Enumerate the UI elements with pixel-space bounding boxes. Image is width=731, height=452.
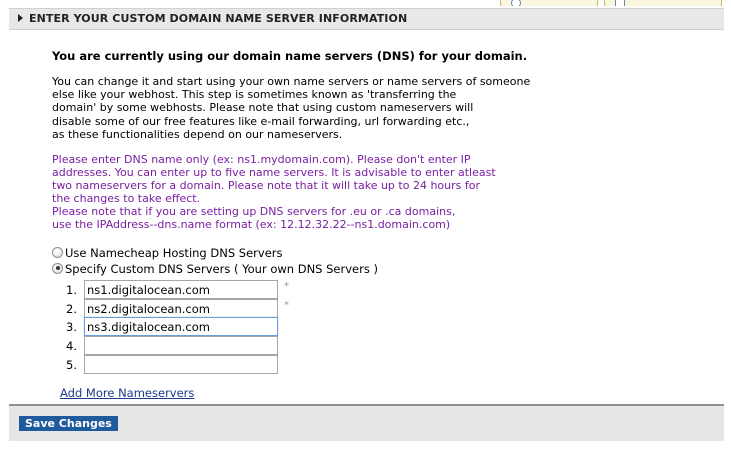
nameserver-number: 4. — [66, 338, 77, 353]
option-custom-dns[interactable]: Specify Custom DNS Servers ( Your own DN… — [52, 262, 378, 276]
nameserver-5-input[interactable] — [84, 355, 278, 374]
note-line: use the IPAddress--dns.name format (ex: … — [52, 218, 451, 232]
dns-status-heading: You are currently using our domain name … — [52, 49, 528, 63]
top-tabs-strip — [496, 0, 724, 6]
namecheap-dns-label[interactable]: Use Namecheap Hosting DNS Servers — [65, 246, 283, 260]
custom-dns-label[interactable]: Specify Custom DNS Servers ( Your own DN… — [65, 262, 378, 276]
nameserver-number: 2. — [66, 301, 77, 316]
namecheap-dns-radio[interactable] — [52, 246, 63, 258]
nameserver-4-input[interactable] — [84, 336, 278, 355]
note-line: Please enter DNS name only (ex: ns1.mydo… — [52, 153, 471, 166]
note-line: Please note that if you are setting up D… — [52, 205, 456, 219]
intro-line: as these functionalities depend on our n… — [52, 127, 343, 141]
top-tab[interactable] — [604, 0, 722, 6]
note-line: the changes to take effect. — [52, 192, 201, 206]
dns-instructions-note: Please enter DNS name only (ex: ns1.mydo… — [52, 153, 572, 232]
nameserver-number: 3. — [66, 319, 77, 334]
required-marker: * — [284, 281, 289, 292]
save-changes-button[interactable]: Save Changes — [19, 416, 118, 431]
custom-dns-radio[interactable] — [52, 262, 63, 274]
intro-line: domain' by some webhosts. Please note th… — [52, 101, 474, 115]
intro-line: else like your webhost. This step is som… — [52, 88, 457, 102]
section-header[interactable]: ENTER YOUR CUSTOM DOMAIN NAME SERVER INF… — [9, 8, 724, 30]
nameserver-row-3: 3. — [66, 317, 278, 336]
option-namecheap-dns[interactable]: Use Namecheap Hosting DNS Servers — [52, 246, 283, 260]
nameserver-row-5: 5. — [66, 355, 278, 374]
note-line: addresses. You can enter up to five name… — [52, 166, 496, 180]
nameserver-row-4: 4. — [66, 336, 278, 355]
intro-text: You can change it and start using your o… — [52, 75, 572, 141]
required-marker: * — [284, 300, 289, 311]
nameserver-3-input[interactable] — [84, 317, 278, 336]
nameserver-row-2: 2. * — [66, 299, 289, 318]
section-title: ENTER YOUR CUSTOM DOMAIN NAME SERVER INF… — [29, 12, 408, 25]
nameserver-row-1: 1. * — [66, 280, 289, 299]
nameserver-number: 5. — [66, 357, 77, 372]
note-line: two nameservers for a domain. Please not… — [52, 179, 480, 193]
nameserver-2-input[interactable] — [84, 299, 278, 318]
expand-arrow-icon[interactable] — [18, 14, 23, 22]
nameserver-number: 1. — [66, 282, 77, 297]
top-tab[interactable] — [500, 0, 598, 6]
intro-line: disable some of our free features like e… — [52, 114, 470, 128]
nameserver-1-input[interactable] — [84, 280, 278, 299]
intro-line: You can change it and start using your o… — [52, 75, 531, 88]
add-more-nameservers-link[interactable]: Add More Nameservers — [60, 386, 194, 400]
tab-icon — [615, 0, 625, 6]
tab-icon — [511, 0, 521, 6]
footer-bar: Save Changes — [9, 404, 724, 441]
